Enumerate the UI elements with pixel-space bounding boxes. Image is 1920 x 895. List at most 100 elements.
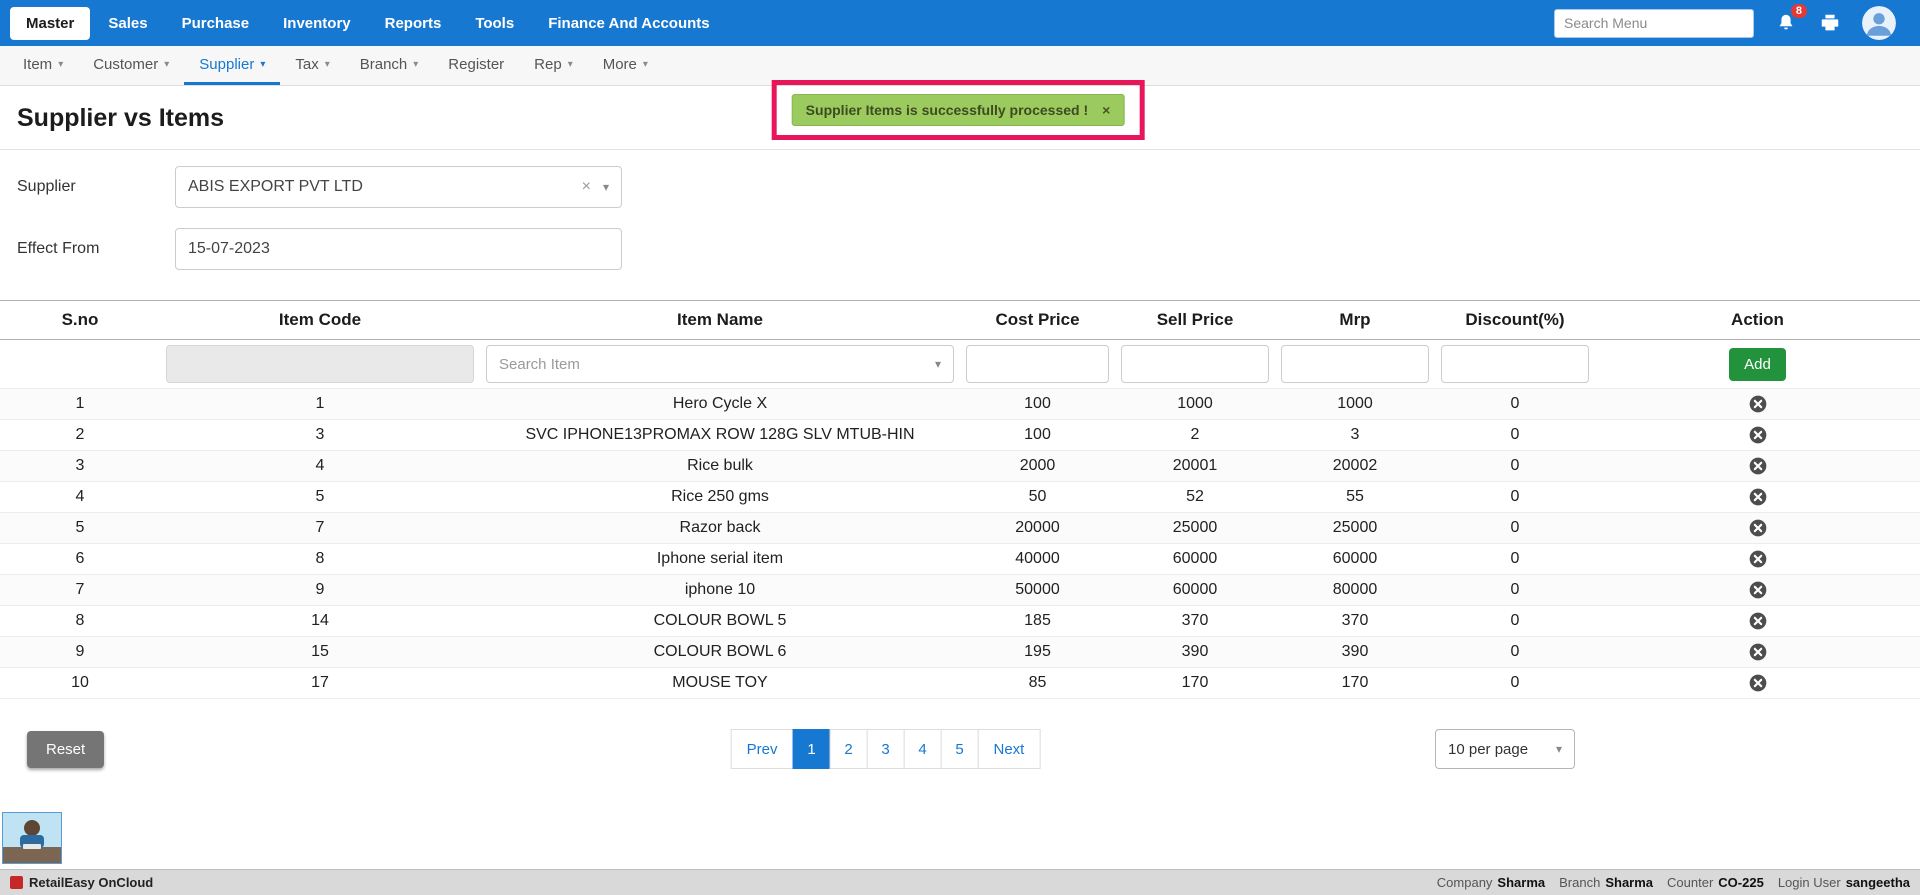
subnav-item-branch[interactable]: Branch▾ [345,46,434,85]
chevron-down-icon: ▾ [260,59,265,70]
subnav-item-rep[interactable]: Rep▾ [519,46,588,85]
retaileasy-brand-text: RetailEasy OnCloud [29,875,153,890]
cell-mrp: 25000 [1275,513,1435,544]
per-page-value: 10 per page [1448,741,1528,758]
cell-item-code: 1 [160,389,480,420]
cell-discount: 0 [1435,513,1595,544]
subnav-item-customer[interactable]: Customer▾ [78,46,184,85]
delete-row-icon[interactable] [1748,425,1768,445]
topnav-item-sales[interactable]: Sales [92,7,163,40]
pagination-page-4[interactable]: 4 [904,729,942,769]
chevron-down-icon: ▾ [413,59,418,70]
per-page-select[interactable]: 10 per page ▾ [1435,729,1575,769]
cell-cost-price: 100 [960,389,1115,420]
pagination-page-2[interactable]: 2 [830,729,868,769]
toast-close-icon[interactable]: × [1102,102,1110,118]
cell-item-code: 17 [160,668,480,699]
mrp-filter-input[interactable] [1281,345,1429,383]
delete-row-icon[interactable] [1748,673,1768,693]
pagination-next[interactable]: Next [978,729,1041,769]
pagination-prev[interactable]: Prev [731,729,794,769]
delete-row-icon[interactable] [1748,456,1768,476]
cell-sell-price: 170 [1115,668,1275,699]
cell-sell-price: 52 [1115,482,1275,513]
retaileasy-logo-icon [10,876,23,889]
delete-row-icon[interactable] [1748,642,1768,662]
supplier-row: Supplier ABIS EXPORT PVT LTD × ▾ [17,166,1920,208]
delete-row-icon[interactable] [1748,394,1768,414]
discount-filter-input[interactable] [1441,345,1589,383]
supplier-caret-icon[interactable]: ▾ [603,180,609,194]
topnav-item-master[interactable]: Master [10,7,90,40]
cell-sell-price: 370 [1115,606,1275,637]
cell-item-name: COLOUR BOWL 5 [480,606,960,637]
item-code-filter-input[interactable] [166,345,474,383]
subnav-item-item[interactable]: Item▾ [8,46,78,85]
column-header-sell-price: Sell Price [1115,301,1275,340]
footer-entry-company: CompanySharma [1437,875,1545,890]
search-menu-input[interactable] [1554,9,1754,38]
delete-row-icon[interactable] [1748,549,1768,569]
cell-action [1595,513,1920,544]
delete-row-icon[interactable] [1748,580,1768,600]
topnav-item-inventory[interactable]: Inventory [267,7,367,40]
topnav-item-tools[interactable]: Tools [459,7,530,40]
pagination-page-5[interactable]: 5 [941,729,979,769]
add-button[interactable]: Add [1729,348,1786,381]
user-avatar[interactable] [1862,6,1896,40]
notification-bell-icon[interactable]: 8 [1774,11,1798,35]
search-item-caret-icon: ▾ [935,357,941,371]
delete-row-icon[interactable] [1748,611,1768,631]
supplier-clear-icon[interactable]: × [582,178,591,196]
effect-from-label: Effect From [17,240,175,258]
supplier-select[interactable]: ABIS EXPORT PVT LTD × ▾ [175,166,622,208]
sell-price-filter-input[interactable] [1121,345,1269,383]
delete-row-icon[interactable] [1748,518,1768,538]
footer-entry-login-user: Login Usersangeetha [1778,875,1910,890]
table-row: 1017MOUSE TOY851701700 [0,668,1920,699]
pagination: Prev12345Next [732,729,1041,769]
printer-icon[interactable] [1818,11,1842,35]
cell-item-code: 7 [160,513,480,544]
success-toast: Supplier Items is successfully processed… [792,94,1125,126]
item-name-search-select[interactable]: Search Item ▾ [486,345,954,383]
cell-sell-price: 20001 [1115,451,1275,482]
cell-mrp: 390 [1275,637,1435,668]
topnav-item-reports[interactable]: Reports [369,7,458,40]
subnav-item-supplier[interactable]: Supplier▾ [184,46,280,85]
effect-from-row: Effect From [17,228,1920,270]
chevron-down-icon: ▾ [58,59,63,70]
pagination-page-3[interactable]: 3 [867,729,905,769]
subnav-item-register[interactable]: Register [433,46,519,85]
per-page-caret-icon: ▾ [1556,742,1562,756]
cell-item-code: 9 [160,575,480,606]
effect-from-input[interactable] [175,228,622,270]
topnav-item-purchase[interactable]: Purchase [166,7,266,40]
topnav-item-finance-and-accounts[interactable]: Finance And Accounts [532,7,725,40]
column-header-cost-price: Cost Price [960,301,1115,340]
cell-item-name: Razor back [480,513,960,544]
cell-item-name: COLOUR BOWL 6 [480,637,960,668]
cost-price-filter-input[interactable] [966,345,1109,383]
pagination-page-1[interactable]: 1 [793,729,831,769]
cell-cost-price: 50000 [960,575,1115,606]
cell-cost-price: 85 [960,668,1115,699]
cell-discount: 0 [1435,389,1595,420]
supplier-select-value: ABIS EXPORT PVT LTD [188,178,363,196]
table-row: 57Razor back2000025000250000 [0,513,1920,544]
cell-action [1595,575,1920,606]
cell-mrp: 1000 [1275,389,1435,420]
cell-item-code: 4 [160,451,480,482]
cell-sno: 8 [0,606,160,637]
subnav-item-more[interactable]: More▾ [588,46,663,85]
mascot-image[interactable] [2,812,62,864]
cell-mrp: 55 [1275,482,1435,513]
cell-sno: 10 [0,668,160,699]
reset-button[interactable]: Reset [27,731,104,768]
sno-filter-cell [0,340,160,389]
subnav-item-tax[interactable]: Tax▾ [280,46,344,85]
delete-row-icon[interactable] [1748,487,1768,507]
cell-action [1595,637,1920,668]
cell-item-code: 15 [160,637,480,668]
cell-discount: 0 [1435,420,1595,451]
